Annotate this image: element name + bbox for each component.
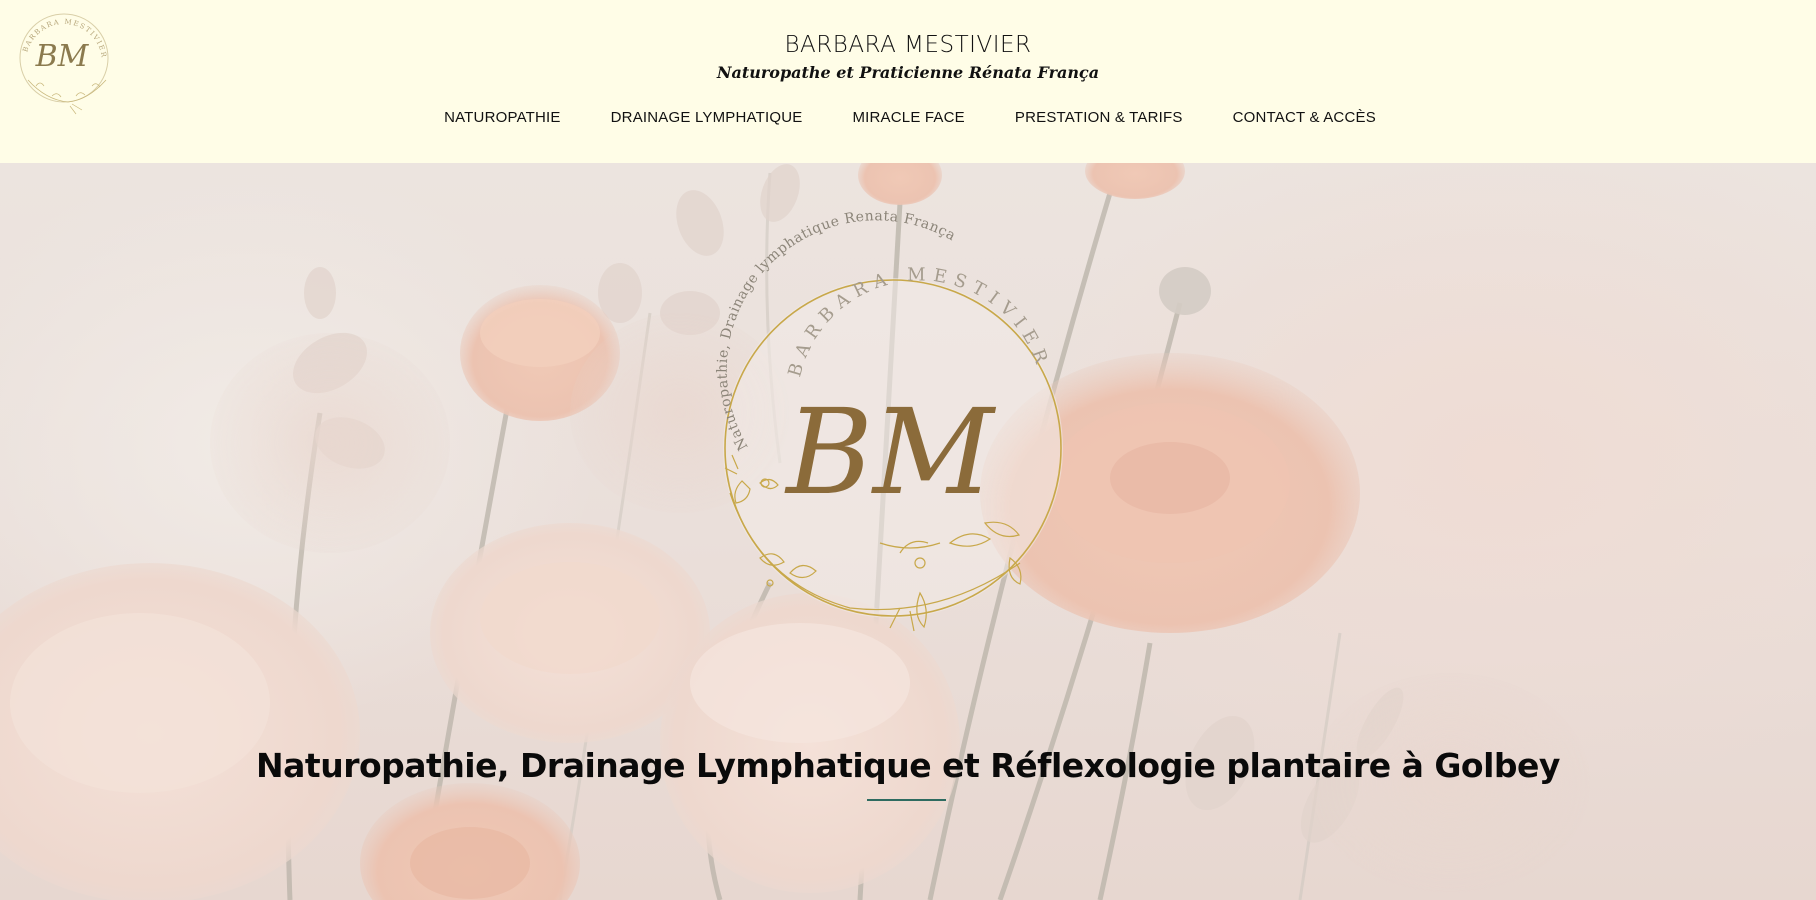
brand-logo-icon[interactable]: BARBARA MESTIVIER BM xyxy=(6,0,118,118)
nav-item-miracle-face[interactable]: MIRACLE FACE xyxy=(827,105,989,130)
hero-logo-initials: BM xyxy=(784,383,997,521)
site-header: BARBARA MESTIVIER BM BARBARA MESTIVIER N… xyxy=(0,0,1816,163)
nav-item-naturopathie[interactable]: NATUROPATHIE xyxy=(419,105,586,130)
hero-section: Naturopathie, Drainage lymphatique Renat… xyxy=(0,163,1816,900)
nav-item-drainage-lymphatique[interactable]: DRAINAGE LYMPHATIQUE xyxy=(586,105,828,130)
hero-logo-icon: Naturopathie, Drainage lymphatique Renat… xyxy=(715,208,1063,632)
flower-buds xyxy=(858,163,1185,205)
main-nav: NATUROPATHIE DRAINAGE LYMPHATIQUE MIRACL… xyxy=(0,105,1816,130)
hero-divider xyxy=(867,799,946,801)
nav-item-contact-acces[interactable]: CONTACT & ACCÈS xyxy=(1208,105,1401,130)
nav-item-prestation-tarifs[interactable]: PRESTATION & TARIFS xyxy=(990,105,1208,130)
site-title[interactable]: BARBARA MESTIVIER xyxy=(0,32,1816,58)
hero-headline: Naturopathie, Drainage Lymphatique et Ré… xyxy=(256,746,1560,786)
hero-flower-background: Naturopathie, Drainage lymphatique Renat… xyxy=(0,163,1590,900)
site-subtitle: Naturopathe et Praticienne Rénata França xyxy=(716,63,1100,82)
